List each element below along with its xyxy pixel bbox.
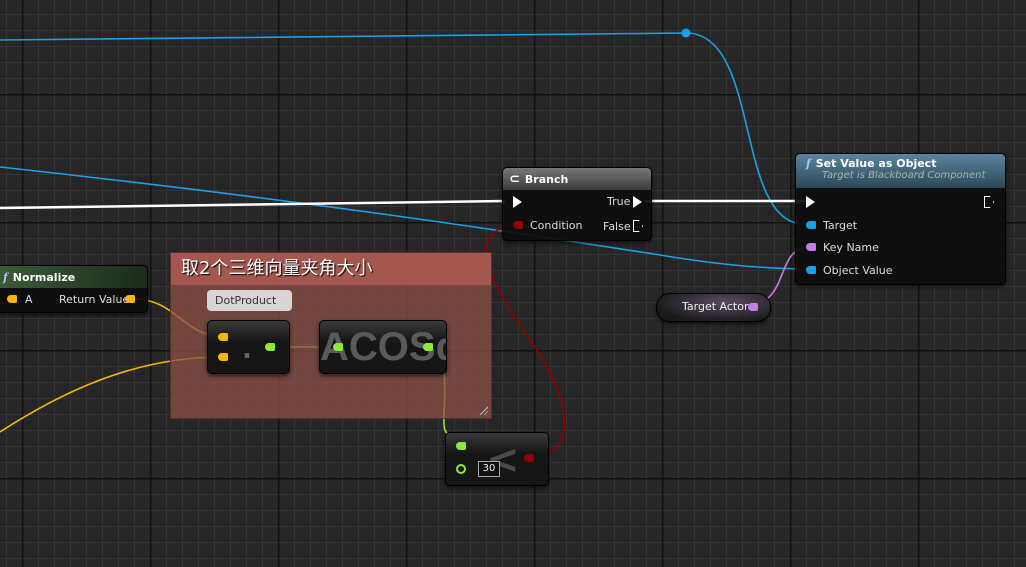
true-label: True bbox=[607, 195, 631, 208]
exec-in-pin[interactable] bbox=[513, 196, 522, 208]
dotproduct-tooltip-text: DotProduct bbox=[215, 294, 277, 307]
pin-compare-out[interactable] bbox=[524, 454, 534, 462]
compare-value-input[interactable]: 30 bbox=[478, 461, 500, 477]
pin-target-actor[interactable] bbox=[748, 303, 758, 311]
normalize-title: Normalize bbox=[12, 270, 76, 284]
exec-true-pin[interactable] bbox=[633, 196, 642, 208]
pin-vector-b[interactable] bbox=[218, 353, 228, 361]
pin-condition[interactable] bbox=[513, 221, 523, 229]
branch-node[interactable]: ⊂ Branch True Condition False bbox=[502, 167, 652, 241]
function-icon: f bbox=[3, 270, 8, 284]
branch-icon: ⊂ bbox=[509, 171, 520, 187]
function-icon: f bbox=[806, 157, 811, 170]
set-value-subtitle: Target is Blackboard Component bbox=[822, 170, 986, 181]
target-actor-label: Target Actor bbox=[682, 300, 749, 313]
comment-title[interactable]: 取2个三维向量夹角大小 bbox=[171, 253, 491, 285]
pin-compare-a[interactable] bbox=[456, 442, 466, 450]
exec-false-pin[interactable] bbox=[633, 220, 643, 232]
target-label: Target bbox=[823, 219, 858, 232]
pin-object-value[interactable] bbox=[806, 266, 816, 274]
key-name-label: Key Name bbox=[823, 241, 879, 254]
pin-target[interactable] bbox=[806, 221, 816, 229]
reroute-node[interactable] bbox=[681, 28, 691, 38]
pin-compare-b[interactable] bbox=[456, 464, 466, 474]
set-value-title: Set Value as Object bbox=[815, 157, 937, 170]
target-actor-variable[interactable]: Target Actor bbox=[656, 293, 771, 322]
pin-vector-a[interactable] bbox=[218, 333, 228, 341]
dot-product-node[interactable]: . bbox=[207, 320, 290, 374]
normalize-node[interactable]: f Normalize A Return Value bbox=[0, 265, 148, 313]
acosd-node[interactable]: ACOSd bbox=[319, 320, 447, 374]
exec-out-pin[interactable] bbox=[984, 196, 994, 208]
pin-key-name[interactable] bbox=[806, 243, 816, 251]
bool-wire bbox=[485, 224, 566, 459]
pin-return-value[interactable] bbox=[125, 295, 135, 303]
pin-a-label: A bbox=[25, 293, 33, 306]
exec-in-pin[interactable] bbox=[806, 196, 815, 208]
set-value-as-object-node[interactable]: f Set Value as Object Target is Blackboar… bbox=[795, 153, 1006, 285]
false-label: False bbox=[603, 220, 631, 233]
return-value-label: Return Value bbox=[59, 293, 130, 306]
less-than-node[interactable]: < 30 bbox=[445, 432, 549, 486]
dotproduct-tooltip: DotProduct bbox=[207, 290, 292, 311]
compare-value: 30 bbox=[482, 463, 496, 474]
pin-a[interactable] bbox=[7, 295, 17, 303]
object-value-label: Object Value bbox=[823, 264, 893, 277]
condition-label: Condition bbox=[530, 219, 583, 232]
pin-acos-out[interactable] bbox=[423, 343, 433, 351]
resize-handle-icon[interactable] bbox=[478, 405, 488, 415]
pin-acos-in[interactable] bbox=[333, 343, 343, 351]
pin-dot-out[interactable] bbox=[265, 343, 275, 351]
object-wire-top bbox=[0, 32, 801, 225]
branch-title: Branch bbox=[524, 172, 569, 186]
dot-symbol: . bbox=[242, 335, 252, 365]
exec-wire-in bbox=[0, 199, 506, 210]
